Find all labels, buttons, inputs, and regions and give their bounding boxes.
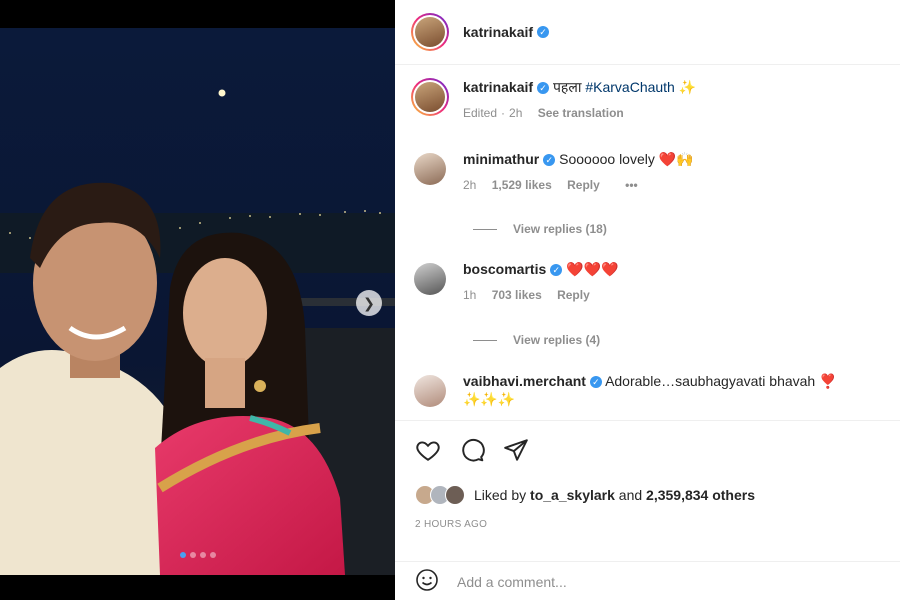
comment-emoji: ❣️ [819, 373, 837, 389]
comment-text: Adorable…saubhagyavati bhavah [605, 373, 816, 389]
more-options-icon[interactable]: ••• [625, 178, 638, 192]
view-replies-label: View replies (18) [513, 222, 607, 236]
carousel-dot-active [179, 552, 186, 558]
commenter-avatar[interactable] [414, 375, 446, 407]
carousel-dot [199, 552, 206, 558]
commenter-avatar[interactable] [414, 153, 446, 185]
liked-by-label: Liked by [474, 487, 527, 503]
comment-time: 1h [463, 288, 477, 302]
view-replies-label: View replies (4) [513, 333, 601, 347]
liker-avatar [445, 485, 465, 505]
comment-input[interactable]: Add a comment... [457, 574, 567, 590]
emoji-icon[interactable] [415, 568, 439, 597]
comment: boscomartis ✓ ❤️❤️❤️ 1h 703 likes Reply [411, 260, 884, 304]
comment-likes[interactable]: 1,529 likes [492, 178, 552, 192]
share-icon[interactable] [503, 437, 529, 463]
comment-emoji: ❤️🙌 [658, 151, 694, 167]
author-avatar[interactable] [411, 13, 449, 51]
comments-list: katrinakaif ✓ पहला #KarvaChauth ✨ Edited ·… [395, 64, 900, 420]
heart-icon[interactable] [415, 437, 441, 463]
verified-icon: ✓ [543, 154, 556, 167]
verified-icon: ✓ [537, 26, 550, 38]
comment-icon[interactable] [459, 437, 485, 463]
post-sidebar: katrinakaif ✓ katrinakaif ✓ पहला #KarvaCh… [395, 0, 900, 600]
commenter-username[interactable]: minimathur [463, 151, 539, 167]
likes-count[interactable]: 2,359,834 others [646, 487, 755, 503]
reply-button[interactable]: Reply [557, 288, 590, 302]
commenter-username[interactable]: boscomartis [463, 261, 546, 277]
comment-emoji-line: ✨✨✨ [463, 391, 516, 407]
caption-username[interactable]: katrinakaif [463, 79, 533, 95]
edited-label: Edited [463, 106, 498, 120]
view-replies-button[interactable]: View replies (18) [473, 222, 607, 236]
caption-time: 2h [509, 106, 523, 120]
caption-avatar[interactable] [411, 78, 449, 116]
caption: katrinakaif ✓ पहला #KarvaChauth ✨ Edited ·… [411, 78, 884, 122]
see-translation-button[interactable]: See translation [538, 106, 624, 120]
post-timestamp: 2 HOURS AGO [415, 519, 488, 530]
liked-and: and [618, 487, 643, 503]
post-photo [0, 28, 395, 575]
verified-icon: ✓ [537, 82, 550, 95]
view-replies-button[interactable]: View replies (4) [473, 333, 600, 347]
liker-username[interactable]: to_a_skylark [530, 487, 615, 503]
commenter-avatar[interactable] [414, 263, 446, 295]
post-actions: Liked by to_a_skylark and 2,359,834 othe… [395, 420, 900, 591]
likes-summary: Liked by to_a_skylark and 2,359,834 othe… [415, 485, 755, 505]
comment-time: 2h [463, 178, 477, 192]
verified-icon: ✓ [589, 376, 602, 389]
chevron-right-icon[interactable]: ❯ [356, 290, 382, 316]
post-header: katrinakaif ✓ [395, 0, 900, 65]
comment: minimathur ✓ Soooooo lovely ❤️🙌 2h 1,529 … [411, 150, 884, 194]
commenter-username[interactable]: vaibhavi.merchant [463, 373, 586, 389]
author-username[interactable]: katrinakaif [463, 24, 533, 40]
caption-text: पहला [552, 79, 582, 95]
hashtag-link[interactable]: #KarvaChauth [585, 79, 675, 95]
comment-likes[interactable]: 703 likes [492, 288, 542, 302]
carousel-dot [189, 552, 196, 558]
sparkle-emoji: ✨ [678, 79, 697, 95]
comment-emoji: ❤️❤️❤️ [566, 261, 619, 277]
carousel-dots [0, 552, 395, 558]
reply-button[interactable]: Reply [567, 178, 600, 192]
verified-icon: ✓ [550, 264, 563, 277]
add-comment-bar: Add a comment... [395, 561, 900, 602]
comment: vaibhavi.merchant ✓ Adorable…saubhagyavat… [411, 372, 884, 410]
comment-text: Soooooo lovely [559, 151, 655, 167]
carousel-dot [209, 552, 216, 558]
post-media: ❯ [0, 0, 395, 600]
